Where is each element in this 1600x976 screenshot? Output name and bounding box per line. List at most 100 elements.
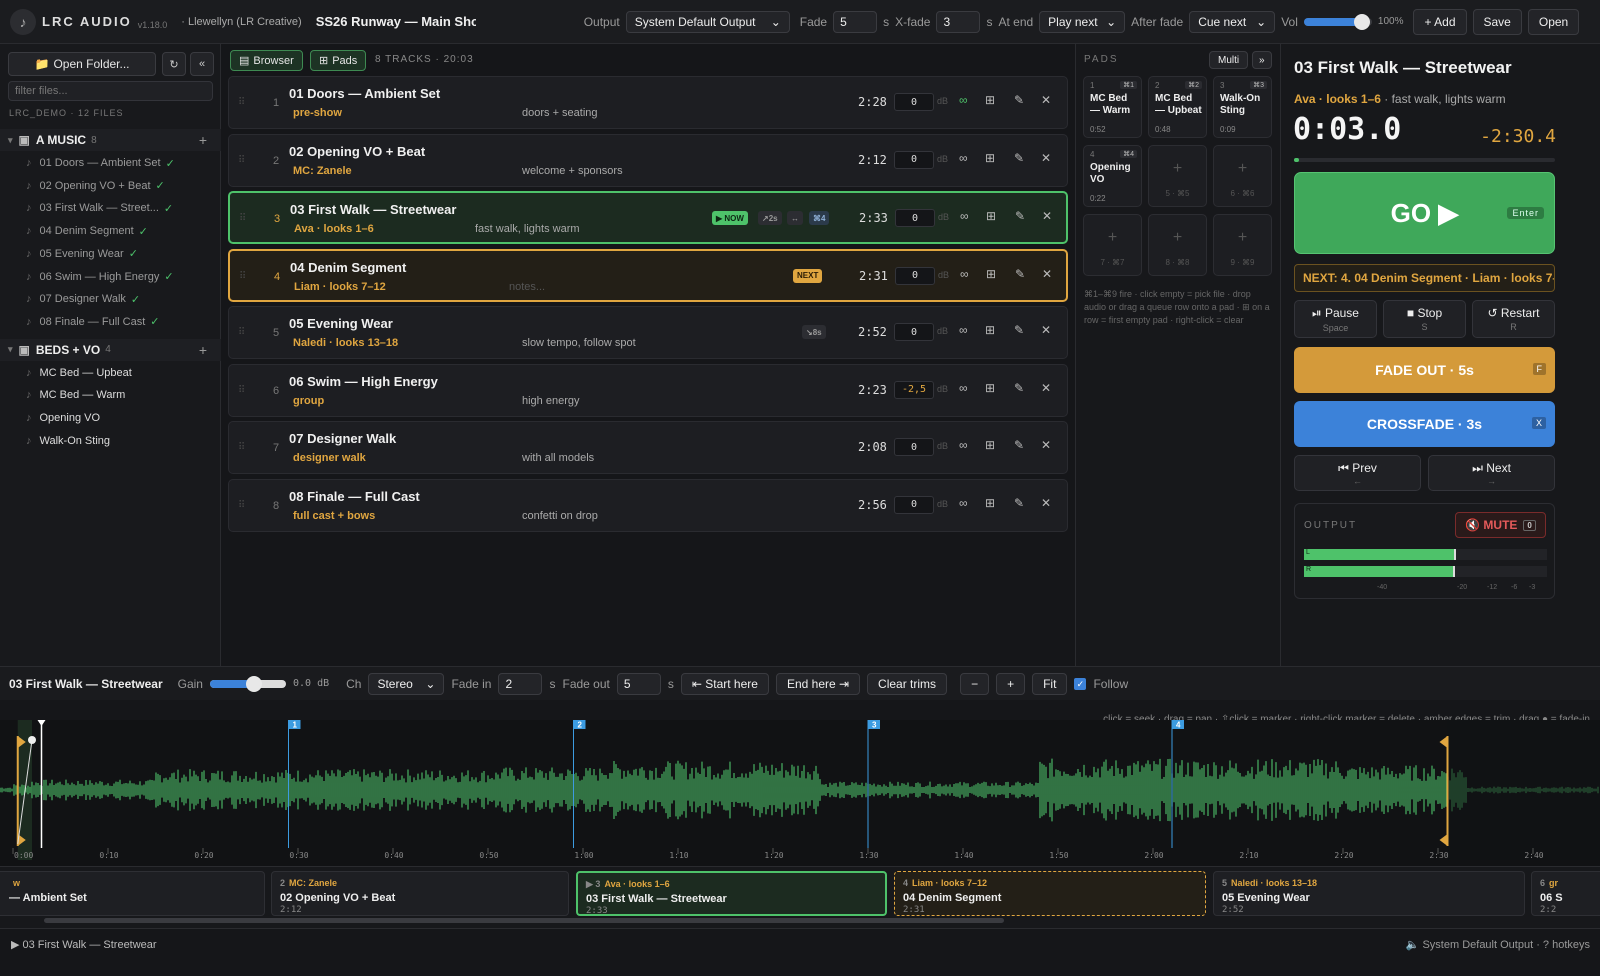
timeline-clip[interactable]: 5 Naledi · looks 13–18 05 Evening Wear 2:52	[1213, 871, 1525, 916]
channel-select[interactable]: Stereo ⌄	[368, 672, 445, 695]
track-gain-input[interactable]: 0	[894, 438, 934, 456]
track-note[interactable]: slow tempo, follow spot	[522, 337, 636, 349]
edit-icon[interactable]: ✎	[1014, 323, 1024, 337]
mute-button[interactable]: 🔇 MUTE 0	[1455, 512, 1546, 538]
edit-icon[interactable]: ✎	[1015, 209, 1025, 223]
file-item[interactable]: ♪ 01 Doors — Ambient Set ✓	[26, 153, 175, 173]
zoom-in-button[interactable]: +	[996, 672, 1026, 695]
queue-track-row[interactable]: ⠿ 4 04 Denim Segment Liam · looks 7–12 notes…	[228, 248, 1068, 302]
loop-icon[interactable]: ∞	[959, 438, 968, 452]
pad-2[interactable]: 2 ⌘2 MC Bed — Upbeat 0:48	[1148, 76, 1207, 138]
edit-icon[interactable]: ✎	[1015, 267, 1025, 281]
send-to-pad-icon[interactable]: ⊞	[986, 267, 996, 281]
start-here-button[interactable]: ⇤ Start here	[680, 672, 769, 695]
at-end-select[interactable]: Play next ⌄	[1039, 10, 1126, 33]
file-item[interactable]: ♪ 05 Evening Wear ✓	[26, 244, 138, 264]
track-note[interactable]: high energy	[522, 395, 580, 407]
track-gain-input[interactable]: 0	[894, 495, 934, 514]
pad-5[interactable]: +5 · ⌘5	[1148, 145, 1207, 207]
timeline-clip[interactable]: 6 gr 06 S 2:2	[1531, 871, 1600, 916]
stop-button[interactable]: ■ Stop S	[1383, 300, 1466, 338]
xfade-input[interactable]: 3	[936, 10, 981, 33]
send-to-pad-icon[interactable]: ⊞	[986, 209, 996, 223]
add-button[interactable]: + Add	[1413, 8, 1467, 35]
queue-track-row[interactable]: ⠿ 1 01 Doors — Ambient Set pre-show doors + …	[228, 76, 1068, 129]
file-item[interactable]: ♪ 07 Designer Walk ✓	[26, 289, 140, 309]
fade-in-input[interactable]: 2	[498, 672, 543, 695]
pad-3[interactable]: 3 ⌘3 Walk-On Sting 0:09	[1213, 76, 1272, 138]
remove-icon[interactable]: ✕	[1042, 209, 1052, 223]
loop-icon[interactable]: ∞	[960, 209, 969, 223]
file-item[interactable]: ♪ MC Bed — Upbeat	[26, 363, 132, 383]
queue-track-row[interactable]: ⠿ 7 07 Designer Walk designer walk with all …	[228, 421, 1068, 474]
timeline-clip[interactable]: w — Ambient Set	[0, 871, 265, 916]
waveform-canvas[interactable]: 1 2 3 4 0:00 0:10 0:20 0:30 0:40 0:50 1:00 1:10 1:20…	[0, 720, 1600, 866]
remove-icon[interactable]: ✕	[1041, 151, 1051, 165]
file-item[interactable]: ♪ 02 Opening VO + Beat ✓	[26, 176, 165, 196]
remove-icon[interactable]: ✕	[1041, 323, 1051, 337]
send-to-pad-icon[interactable]: ⊞	[985, 381, 995, 395]
fade-out-button[interactable]: FADE OUT · 5s F	[1294, 347, 1555, 393]
folder-group-1[interactable]: ▾ ▣ BEDS + VO 4 +	[0, 338, 221, 361]
file-item[interactable]: ♪ 04 Denim Segment ✓	[26, 221, 148, 241]
zoom-out-button[interactable]: −	[960, 672, 990, 695]
track-gain-input[interactable]: 0	[895, 209, 935, 227]
refresh-button[interactable]: ↻	[162, 52, 186, 76]
loop-icon[interactable]: ∞	[959, 323, 968, 337]
send-to-pad-icon[interactable]: ⊞	[985, 151, 995, 165]
track-note[interactable]: welcome + sponsors	[522, 165, 623, 177]
fade-input[interactable]: 5	[833, 10, 878, 33]
remove-icon[interactable]: ✕	[1041, 438, 1051, 452]
file-item[interactable]: ♪ MC Bed — Warm	[26, 385, 125, 405]
drag-handle-icon[interactable]: ⠿	[239, 213, 246, 224]
progress-bar[interactable]	[1294, 158, 1555, 162]
drag-handle-icon[interactable]: ⠿	[238, 327, 245, 338]
file-item[interactable]: ♪ 06 Swim — High Energy ✓	[26, 267, 174, 287]
send-to-pad-icon[interactable]: ⊞	[985, 438, 995, 452]
remove-icon[interactable]: ✕	[1041, 381, 1051, 395]
timeline-clip[interactable]: 2 MC: Zanele 02 Opening VO + Beat 2:12	[271, 871, 569, 916]
file-item[interactable]: ♪ Walk-On Sting	[26, 431, 110, 451]
drag-handle-icon[interactable]: ⠿	[238, 500, 245, 511]
track-gain-input[interactable]: -2,5	[894, 380, 934, 399]
remove-icon[interactable]: ✕	[1041, 93, 1051, 107]
queue-track-row[interactable]: ⠿ 6 06 Swim — High Energy group high energy 2…	[228, 363, 1068, 417]
track-gain-input[interactable]: 0	[895, 266, 935, 285]
file-item[interactable]: ♪ 03 First Walk — Street... ✓	[26, 198, 173, 218]
output-select[interactable]: System Default Output ⌄	[625, 10, 790, 33]
clear-trims-button[interactable]: Clear trims	[867, 672, 948, 695]
folder-group-0[interactable]: ▾ ▣ A MUSIC 8 +	[0, 129, 221, 151]
pad-6[interactable]: +6 · ⌘6	[1213, 145, 1272, 207]
queue-track-row[interactable]: ⠿ 5 05 Evening Wear Naledi · looks 13–18 slo…	[228, 306, 1068, 359]
track-gain-input[interactable]: 0	[894, 150, 934, 169]
pad-7[interactable]: +7 · ⌘7	[1083, 214, 1142, 276]
next-button[interactable]: ⏭ Next →	[1428, 455, 1555, 491]
pads-expand-button[interactable]: »	[1252, 51, 1272, 69]
fade-out-input[interactable]: 5	[616, 672, 661, 695]
multi-toggle[interactable]: Multi	[1209, 51, 1249, 69]
go-button[interactable]: GO ▶ Enter	[1294, 172, 1555, 254]
loop-icon[interactable]: ∞	[959, 151, 968, 165]
tab-pads[interactable]: ⊞ Pads	[310, 50, 367, 71]
loop-icon[interactable]: ∞	[959, 381, 968, 395]
queue-track-row[interactable]: ⠿ 3 03 First Walk — Streetwear Ava · looks …	[228, 191, 1068, 244]
timeline-scrollbar[interactable]	[44, 918, 1004, 923]
open-folder-button[interactable]: 📁 Open Folder...	[8, 52, 156, 76]
prev-button[interactable]: ⏮ Prev ←	[1294, 455, 1421, 491]
end-here-button[interactable]: End here ⇥	[775, 672, 861, 695]
fit-button[interactable]: Fit	[1032, 672, 1068, 695]
remove-icon[interactable]: ✕	[1042, 267, 1052, 281]
edit-icon[interactable]: ✎	[1014, 381, 1024, 395]
pad-1[interactable]: 1 ⌘1 MC Bed — Warm 0:52	[1083, 76, 1142, 138]
track-note[interactable]: fast walk, lights warm	[475, 223, 580, 235]
file-item[interactable]: ♪ 08 Finale — Full Cast ✓	[26, 312, 159, 332]
file-item[interactable]: ♪ Opening VO	[26, 408, 100, 428]
status-output[interactable]: 🔈 System Default Output · ? hotkeys	[1406, 938, 1590, 951]
track-gain-input[interactable]: 0	[894, 323, 934, 341]
follow-checkbox[interactable]: ✓	[1074, 677, 1087, 690]
pause-button[interactable]: ⏯ Pause Space	[1294, 300, 1377, 338]
send-to-pad-icon[interactable]: ⊞	[985, 93, 995, 107]
timeline-clip[interactable]: ▶ 3 Ava · looks 1–6 03 First Walk — Street…	[576, 871, 887, 916]
filter-input[interactable]: filter files...	[8, 81, 213, 101]
send-to-pad-icon[interactable]: ⊞	[985, 496, 995, 510]
